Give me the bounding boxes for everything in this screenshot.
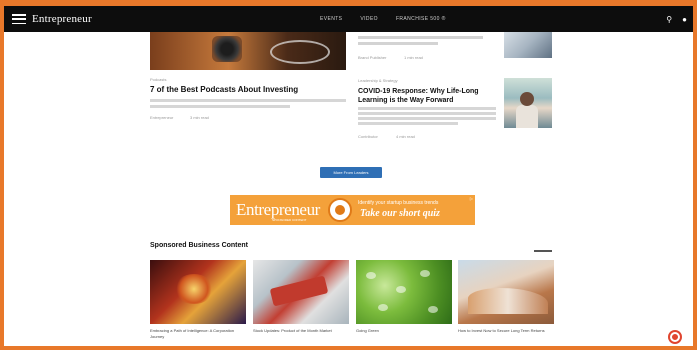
ad-subtitle: SPONSORED CONTENT xyxy=(272,218,307,222)
user-icon[interactable]: ● xyxy=(682,15,687,24)
article-author[interactable]: Contributor xyxy=(358,134,378,139)
podcast-hero-image[interactable] xyxy=(150,32,346,70)
article-summary-line xyxy=(358,107,496,110)
water-drop xyxy=(420,270,430,277)
top-icons: ⚲ ● xyxy=(666,6,687,32)
nav-item-video[interactable]: VIDEO xyxy=(360,16,378,22)
article-category[interactable]: Podcasts xyxy=(150,77,166,82)
sponsored-card-image[interactable] xyxy=(253,260,349,324)
article-author[interactable]: Entrepreneur xyxy=(150,115,173,120)
right-top-author[interactable]: Brand Publisher xyxy=(358,55,386,60)
microphone-graphic xyxy=(212,36,242,62)
sponsored-card-image[interactable] xyxy=(356,260,452,324)
image-shape xyxy=(269,275,329,307)
search-icon[interactable]: ⚲ xyxy=(666,15,672,24)
right-top-summary-line xyxy=(358,36,483,39)
image-glow xyxy=(174,274,214,304)
sponsored-card-image[interactable] xyxy=(458,260,554,324)
nav-item-events[interactable]: EVENTS xyxy=(320,16,342,22)
article-category[interactable]: Leadership & Strategy xyxy=(358,78,398,83)
article-summary-line xyxy=(358,112,496,115)
article-summary-line xyxy=(358,117,496,120)
menu-icon[interactable] xyxy=(12,14,26,24)
sponsored-card-image[interactable] xyxy=(150,260,246,324)
ad-main-line: Take our short quiz xyxy=(360,208,440,219)
more-from-button[interactable]: More From Leaders xyxy=(320,167,382,178)
article-read-time: 3 min read xyxy=(190,115,209,120)
right-top-summary-line xyxy=(358,42,438,45)
sponsored-card-caption[interactable]: Going Green xyxy=(356,328,452,334)
sponsored-heading: Sponsored Business Content xyxy=(150,242,249,249)
advertisement-banner[interactable]: Entrepreneur SPONSORED CONTENT Identify … xyxy=(230,195,475,225)
nav-item-franchise[interactable]: FRANCHISE 500 ® xyxy=(396,16,446,22)
top-navigation-bar: Entrepreneur EVENTS VIDEO FRANCHISE 500 … xyxy=(4,6,693,32)
person-figure xyxy=(516,105,538,128)
ad-close-icon[interactable]: ▷ xyxy=(470,196,473,201)
right-top-read-time: 1 min read xyxy=(404,55,423,60)
chat-button[interactable] xyxy=(668,330,682,344)
article-summary-line xyxy=(358,122,458,125)
article-summary-line xyxy=(150,99,346,102)
image-shape xyxy=(468,288,548,314)
article-title[interactable]: 7 of the Best Podcasts About Investing xyxy=(150,85,350,95)
sponsored-card-caption[interactable]: Embracing a Path of Intelligence: A Corp… xyxy=(150,328,246,340)
water-drop xyxy=(428,306,438,313)
cable-graphic xyxy=(270,40,330,64)
primary-nav: EVENTS VIDEO FRANCHISE 500 ® xyxy=(320,6,446,32)
water-drop xyxy=(396,286,406,293)
ad-badge-icon xyxy=(328,198,352,222)
person-head xyxy=(520,92,534,106)
sponsored-divider xyxy=(534,250,552,252)
ad-top-line: Identify your startup business trends xyxy=(358,200,439,206)
article-read-time: 4 min read xyxy=(396,134,415,139)
site-logo[interactable]: Entrepreneur xyxy=(32,13,92,25)
ad-logo: Entrepreneur xyxy=(236,200,320,219)
sponsored-card-caption[interactable]: How to Invest Now to Secure Long Term Re… xyxy=(458,328,554,334)
water-drop xyxy=(366,272,376,279)
right-top-thumbnail[interactable] xyxy=(504,32,552,58)
article-title[interactable]: COVID-19 Response: Why Life-Long Learnin… xyxy=(358,87,496,105)
article-thumbnail[interactable] xyxy=(504,78,552,128)
sponsored-card-caption[interactable]: Stock Updates: Product of the Month Mark… xyxy=(253,328,349,334)
water-drop xyxy=(378,304,388,311)
article-summary-line xyxy=(150,105,290,108)
